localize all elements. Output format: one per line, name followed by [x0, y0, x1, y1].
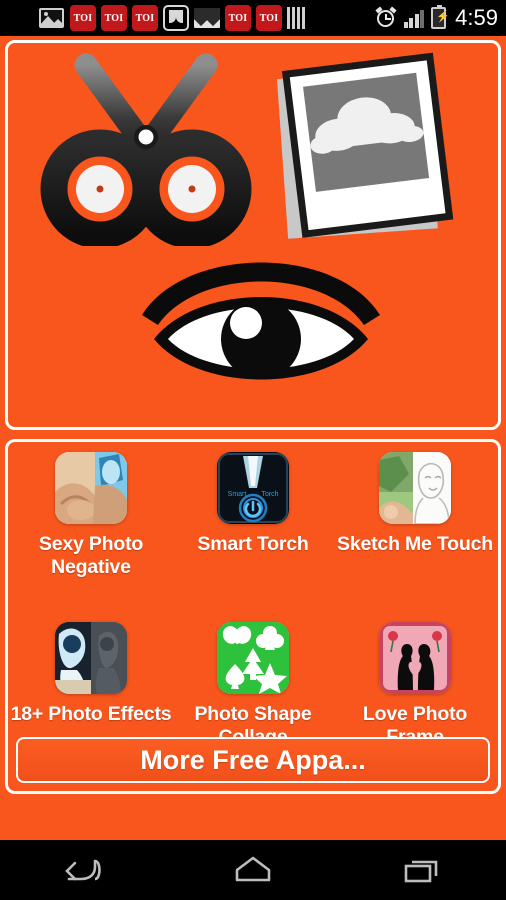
toi-notification-icon-4: TOI	[225, 5, 251, 31]
hero-panel	[5, 40, 501, 430]
app-label: Smart Torch	[197, 533, 309, 555]
sketch-me-thumbnail[interactable]	[379, 452, 451, 524]
photo-effects-thumbnail[interactable]	[55, 622, 127, 694]
photo-negative-thumbnail[interactable]	[55, 452, 127, 524]
toi-notification-icon-5: TOI	[256, 5, 282, 31]
recent-apps-icon	[404, 860, 437, 883]
app-item-sexy-photo-negative[interactable]: Sexy Photo Negative	[10, 452, 172, 622]
scissors-icon[interactable]	[38, 51, 258, 246]
gallery-icon	[39, 5, 65, 31]
battery-charging-icon: ⚡	[431, 5, 450, 29]
wifi-icon	[0, 5, 34, 31]
bars-icon	[287, 7, 305, 29]
app-label: 18+ Photo Effects	[10, 703, 172, 725]
alarm-clock-icon	[375, 6, 397, 29]
back-arrow-icon	[65, 859, 102, 881]
app-item-smart-torch[interactable]: Smart Torch Smart Torch	[172, 452, 334, 622]
toi-notification-icon-1: TOI	[70, 5, 96, 31]
app-label: Sexy Photo Negative	[38, 533, 144, 578]
app-content: Sexy Photo Negative Smart Torch Smart To…	[0, 36, 506, 840]
status-bar: TOI TOI TOI TOI TOI ⚡ 4:59	[0, 0, 506, 36]
back-nav-button[interactable]	[36, 847, 132, 893]
app-label: Sketch Me Touch	[337, 533, 493, 555]
home-nav-button[interactable]	[205, 847, 301, 893]
promo-apps-panel: Sexy Photo Negative Smart Torch Smart To…	[5, 439, 501, 794]
cellular-signal-icon	[403, 8, 425, 28]
polaroid-photo-icon[interactable]	[270, 51, 465, 246]
eye-icon[interactable]	[136, 253, 386, 393]
gmail-icon	[194, 5, 220, 31]
status-bar-clock: 4:59	[455, 5, 498, 30]
toi-notification-icon-3: TOI	[132, 5, 158, 31]
flipkart-icon	[163, 5, 189, 31]
recents-nav-button[interactable]	[374, 847, 470, 893]
status-bar-notification-icons: TOI TOI TOI TOI TOI	[0, 5, 305, 31]
love-frame-thumbnail[interactable]	[379, 622, 451, 694]
phone-screen: TOI TOI TOI TOI TOI ⚡ 4:59 Sexy Photo Ne…	[0, 0, 506, 900]
status-bar-system-icons: ⚡ 4:59	[375, 0, 498, 36]
app-item-sketch-me-touch[interactable]: Sketch Me Touch	[334, 452, 496, 622]
smart-torch-thumbnail[interactable]: Smart Torch	[217, 452, 289, 524]
svg-text:Torch: Torch	[261, 491, 278, 498]
toi-notification-icon-2: TOI	[101, 5, 127, 31]
more-free-apps-button[interactable]: More Free Appa...	[16, 737, 490, 783]
svg-text:Smart: Smart	[228, 491, 247, 498]
android-navigation-bar	[0, 840, 506, 900]
home-icon	[235, 856, 271, 882]
photo-shape-thumbnail[interactable]	[217, 622, 289, 694]
